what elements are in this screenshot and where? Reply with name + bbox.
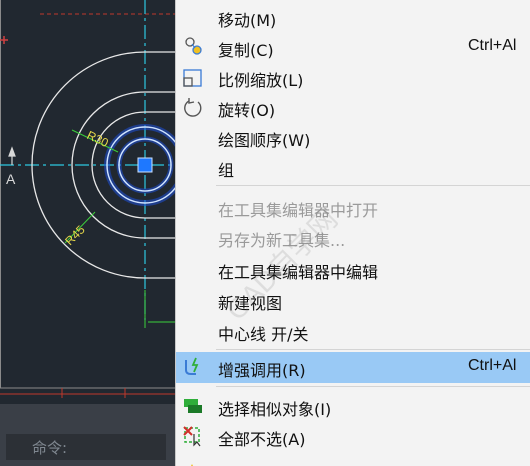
menu-item-group[interactable]: 组 [176, 152, 530, 182]
context-menu: 移动(M) 复制(C) Ctrl+Al 比例缩放(L) 旋转(O) 绘图顺序(W… [175, 0, 530, 466]
menu-item-partial[interactable] [176, 452, 530, 466]
menu-item-draw-order[interactable]: 绘图顺序(W) [176, 122, 530, 152]
menu-item-label: 复制(C) [218, 41, 274, 60]
drawing-canvas[interactable]: R30 R45 A 命令: [0, 0, 175, 466]
menu-shortcut: Ctrl+Al [468, 357, 517, 374]
command-prompt: 命令: [32, 439, 68, 457]
menu-item-open-in-tool-palette-editor: 在工具集编辑器中打开 [176, 192, 530, 222]
ucs-axis-label: A [6, 171, 16, 187]
copy-icon [182, 36, 204, 58]
rotate-icon [182, 96, 204, 118]
menu-item-enhanced-call[interactable]: 增强调用(R) Ctrl+Al [176, 352, 530, 383]
menu-item-label: 旋转(O) [218, 101, 276, 120]
partial-icon [182, 456, 204, 466]
crosshair-marker [0, 36, 8, 44]
menu-separator [216, 185, 530, 186]
menu-item-deselect-all[interactable]: 全部不选(A) [176, 421, 530, 451]
menu-separator [216, 349, 530, 350]
enhanced-call-icon [182, 356, 204, 378]
menu-item-label: 移动(M) [218, 11, 277, 30]
menu-item-rotate[interactable]: 旋转(O) [176, 92, 530, 122]
dimension-text-r45: R45 [62, 222, 88, 248]
menu-item-label: 比例缩放(L) [218, 71, 304, 90]
ucs-y-arrow [8, 146, 16, 165]
menu-separator [216, 386, 530, 387]
command-line[interactable] [6, 434, 166, 460]
menu-item-label: 中心线 开/关 [218, 325, 309, 344]
menu-item-centerline-toggle[interactable]: 中心线 开/关 [176, 316, 530, 346]
menu-item-edit-in-tool-palette-editor[interactable]: 在工具集编辑器中编辑 [176, 254, 530, 284]
menu-item-save-as-new-tool-palette: 另存为新工具集... [176, 222, 530, 252]
menu-item-label: 增强调用(R) [218, 361, 306, 380]
drawing-svg: R30 R45 [0, 0, 175, 398]
menu-shortcut: Ctrl+Al [468, 37, 517, 54]
menu-item-label: 选择相似对象(I) [218, 400, 332, 419]
menu-item-select-similar[interactable]: 选择相似对象(I) [176, 391, 530, 421]
menu-item-label: 组 [218, 161, 235, 180]
deselect-all-icon [182, 425, 204, 447]
grip-center [137, 157, 153, 173]
select-similar-icon [182, 395, 204, 417]
menu-item-label: 绘图顺序(W) [218, 131, 311, 150]
menu-item-move[interactable]: 移动(M) [176, 2, 530, 32]
menu-item-scale[interactable]: 比例缩放(L) [176, 62, 530, 92]
menu-item-copy[interactable]: 复制(C) Ctrl+Al [176, 32, 530, 62]
scale-icon [182, 66, 204, 88]
menu-item-label: 全部不选(A) [218, 430, 306, 449]
